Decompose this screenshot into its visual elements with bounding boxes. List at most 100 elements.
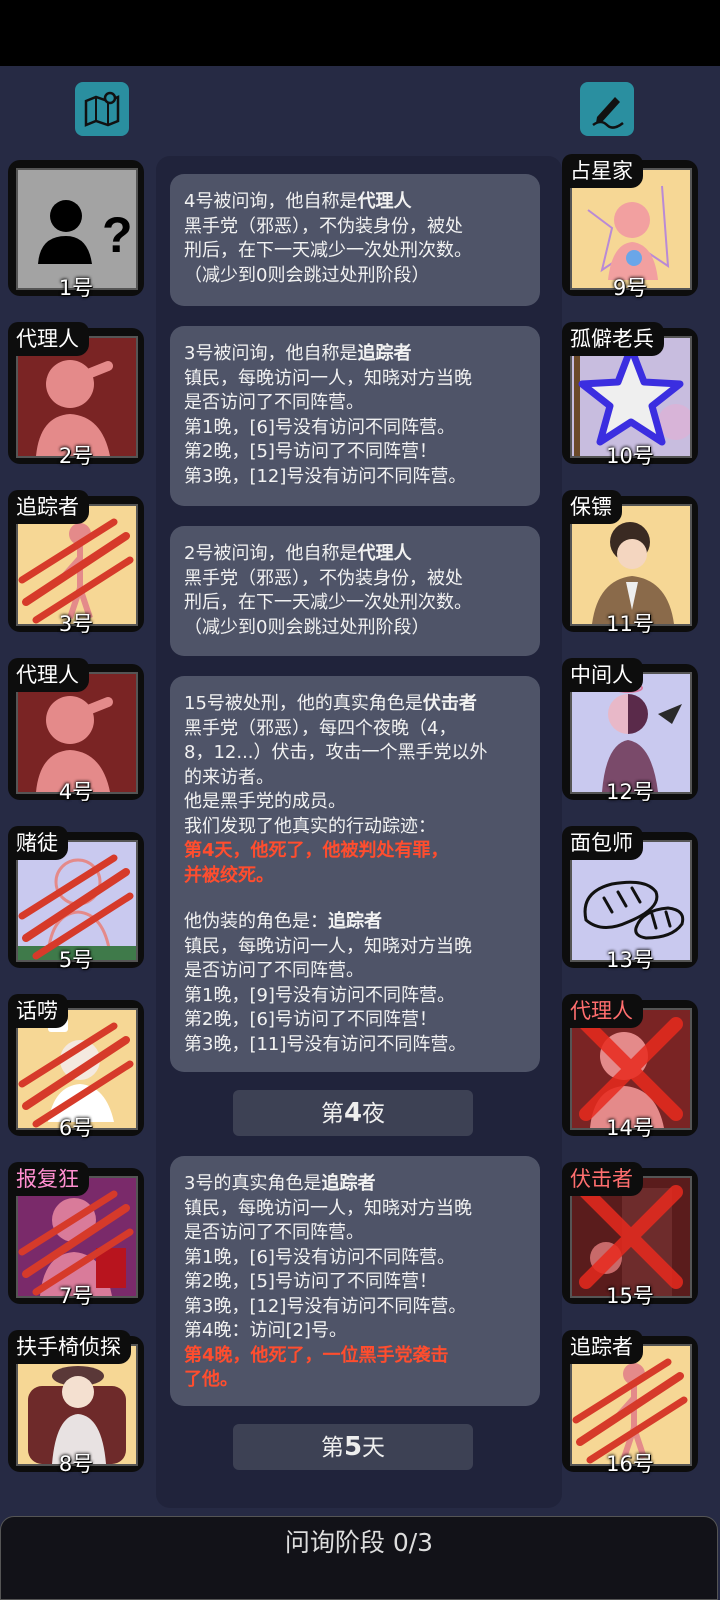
role-label: 追踪者 [8, 490, 89, 524]
log-line: 是否访问了不同阵营。 [184, 392, 364, 413]
player-number: 3号 [58, 612, 94, 636]
role-label: 报复狂 [8, 1162, 89, 1196]
log-line: （减少到0则会跳过处刑阶段） [184, 616, 430, 638]
log-line: 刑后，在下一天减少一次处刑次数。 [184, 240, 472, 261]
svg-text:?: ? [102, 207, 133, 263]
log-line: 2号被问询，他自称是代理人 [184, 543, 412, 564]
role-label: 赌徒 [8, 826, 68, 860]
log-line: 第3晚，[11]号没有访问不同阵营。 [184, 1033, 467, 1055]
notes-button[interactable] [580, 82, 634, 136]
map-button[interactable] [75, 82, 129, 136]
player-number: 6号 [58, 1116, 94, 1140]
log-line-highlight: 并被绞死。 [184, 864, 274, 886]
player-card-9[interactable]: 占星家 9号 [562, 154, 698, 300]
log-line: 第1晚，[6]号没有访问不同阵营。 [184, 416, 455, 438]
player-number: 11号 [606, 612, 654, 636]
log-line: 第1晚，[9]号没有访问不同阵营。 [184, 984, 455, 1006]
role-label: 中间人 [562, 658, 643, 692]
player-card-4[interactable]: 代理人 4号 [8, 658, 144, 804]
player-number: 13号 [606, 948, 654, 972]
player-card-13[interactable]: 面包师 13号 [562, 826, 698, 972]
log-line: 黑手党（邪恶），不伪装身份，被处 [184, 567, 463, 589]
log-line: 刑后，在下一天减少一次处刑次数。 [184, 592, 472, 613]
log-line: 3号的真实角色是追踪者 [184, 1173, 376, 1194]
log-line: 是否访问了不同阵营。 [184, 1222, 364, 1243]
phase-divider-night: 第4夜 [233, 1090, 473, 1136]
pen-icon [592, 97, 624, 129]
role-label: 孤僻老兵 [562, 322, 664, 356]
player-number: 15号 [606, 1284, 654, 1308]
player-card-8[interactable]: 扶手椅侦探 8号 [8, 1330, 144, 1476]
log-line: 第2晚，[5]号访问了不同阵营！ [184, 1271, 437, 1292]
log-message: 15号被处刑，他的真实角色是伏击者 黑手党（邪恶），每四个夜晚（4， 8，12.… [170, 676, 540, 1072]
player-number: 14号 [606, 1116, 654, 1140]
player-number: 4号 [58, 780, 94, 804]
log-line-highlight: 第4天，他死了，他被判处有罪， [184, 840, 449, 861]
player-card-14[interactable]: 代理人 14号 [562, 994, 698, 1140]
log-line: 第4晚：访问[2]号。 [184, 1320, 347, 1341]
role-label: 追踪者 [562, 1330, 643, 1364]
log-line: 镇民，每晚访问一人，知晓对方当晚 [184, 935, 472, 957]
player-card-15[interactable]: 伏击者 15号 [562, 1162, 698, 1308]
interrogation-phase-bar[interactable]: 问询阶段 0/3 [0, 1516, 718, 1600]
role-label: 话唠 [8, 994, 68, 1028]
log-line: 第2晚，[5]号访问了不同阵营！ [184, 441, 437, 462]
status-bar [0, 0, 720, 66]
log-message: 3号被问询，他自称是追踪者 镇民，每晚访问一人，知晓对方当晚 是否访问了不同阵营… [170, 326, 540, 506]
player-number: 16号 [606, 1452, 654, 1476]
player-card-3[interactable]: 追踪者 3号 [8, 490, 144, 636]
log-line: （减少到0则会跳过处刑阶段） [184, 264, 430, 286]
player-number: 2号 [58, 444, 94, 468]
player-number: 9号 [612, 276, 648, 300]
player-card-12[interactable]: 中间人 12号 [562, 658, 698, 804]
role-label: 占星家 [562, 154, 643, 188]
log-line: 4号被问询，他自称是代理人 [184, 191, 412, 212]
player-card-2[interactable]: 代理人 2号 [8, 322, 144, 468]
map-pin-icon [84, 91, 120, 127]
log-line: 他是黑手党的成员。 [184, 791, 346, 812]
log-line: 的来访者。 [184, 766, 274, 788]
log-line: 第2晚，[6]号访问了不同阵营！ [184, 1009, 437, 1030]
role-label: 代理人 [562, 994, 643, 1028]
player-card-1[interactable]: ? 1号 [8, 160, 144, 300]
log-line: 第3晚，[12]号没有访问不同阵营。 [184, 1295, 467, 1317]
player-number: 10号 [606, 444, 654, 468]
log-line-highlight: 了他。 [184, 1369, 238, 1390]
log-line: 15号被处刑，他的真实角色是伏击者 [184, 693, 477, 714]
role-label: 伏击者 [562, 1162, 643, 1196]
player-card-16[interactable]: 追踪者 16号 [562, 1330, 698, 1476]
log-message: 4号被问询，他自称是代理人 黑手党（邪恶），不伪装身份，被处 刑后，在下一天减少… [170, 174, 540, 306]
log-line: 我们发现了他真实的行动踪迹： [184, 815, 436, 837]
log-line: 8，12...）伏击，攻击一个黑手党以外 [184, 742, 488, 763]
player-card-7[interactable]: 报复狂 7号 [8, 1162, 144, 1308]
log-message: 3号的真实角色是追踪者 镇民，每晚访问一人，知晓对方当晚 是否访问了不同阵营。 … [170, 1156, 540, 1406]
log-line-highlight: 第4晚，他死了，一位黑手党袭击 [184, 1344, 449, 1366]
log-line: 黑手党（邪恶），每四个夜晚（4， [184, 717, 457, 739]
unknown-player-icon: ? [38, 200, 133, 264]
player-number: 12号 [606, 780, 654, 804]
role-label: 保镖 [562, 490, 622, 524]
player-card-6[interactable]: 话唠 6号 [8, 994, 144, 1140]
role-label: 代理人 [8, 658, 89, 692]
role-label: 面包师 [562, 826, 643, 860]
log-line: 他伪装的角色是：追踪者 [184, 911, 382, 932]
player-card-5[interactable]: 赌徒 5号 [8, 826, 144, 972]
log-line: 第1晚，[6]号没有访问不同阵营。 [184, 1246, 455, 1268]
player-number: 1号 [58, 276, 94, 300]
player-number: 5号 [58, 948, 94, 972]
log-line: 第3晚，[12]号没有访问不同阵营。 [184, 465, 467, 487]
log-message: 2号被问询，他自称是代理人 黑手党（邪恶），不伪装身份，被处 刑后，在下一天减少… [170, 526, 540, 656]
player-number: 7号 [58, 1284, 94, 1308]
player-card-11[interactable]: 保镖 11号 [562, 490, 698, 636]
log-line: 黑手党（邪恶），不伪装身份，被处 [184, 215, 463, 237]
role-label: 代理人 [8, 322, 89, 356]
player-number: 8号 [58, 1452, 94, 1476]
log-line: 镇民，每晚访问一人，知晓对方当晚 [184, 1197, 472, 1219]
phase-status-label: 问询阶段 0/3 [284, 1528, 434, 1557]
phase-divider-day: 第5天 [233, 1424, 473, 1470]
role-label: 扶手椅侦探 [8, 1330, 131, 1364]
player-card-10[interactable]: 孤僻老兵 10号 [562, 322, 698, 468]
log-line: 是否访问了不同阵营。 [184, 960, 364, 981]
log-line: 镇民，每晚访问一人，知晓对方当晚 [184, 367, 472, 389]
log-line: 3号被问询，他自称是追踪者 [184, 343, 412, 364]
